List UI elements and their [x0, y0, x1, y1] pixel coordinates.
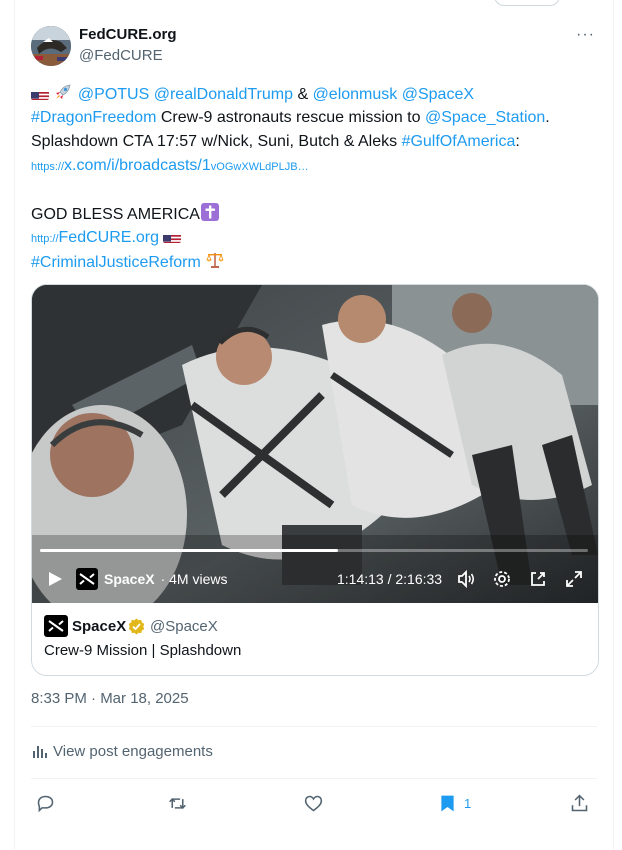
splashdown-text: Splashdown CTA 17:57 w/Nick, Suni, Butch… [31, 133, 398, 150]
play-icon [49, 572, 62, 586]
volume-button[interactable] [456, 567, 476, 591]
period-text: . [545, 109, 550, 126]
like-button[interactable] [303, 792, 324, 814]
card-info[interactable] [32, 603, 598, 675]
spacex-logo-icon [76, 568, 98, 590]
author-handle[interactable]: @FedCURE [79, 47, 163, 64]
hashtag-reform-link[interactable]: #CriminalJusticeReform [31, 254, 201, 271]
repost-icon [169, 797, 186, 809]
mention-station-link[interactable]: @Space_Station [425, 109, 545, 126]
card-author-name[interactable]: SpaceX [72, 618, 126, 635]
site-link-proto: http:// [31, 233, 59, 245]
scales-icon [205, 250, 225, 278]
god-bless-text: GOD BLESS AMERICA [31, 206, 200, 223]
video-card[interactable]: SpaceX · 4M views 1:14:13 / 2:16:33 Spac… [31, 284, 599, 676]
play-button[interactable] [46, 567, 64, 591]
site-link[interactable]: http://FedCURE.org [31, 229, 159, 246]
view-engagements-label: View post engagements [53, 742, 213, 760]
ampersand-text: & [297, 86, 309, 103]
divider [31, 726, 597, 727]
view-count: · 4M views [160, 571, 228, 587]
site-link-main: FedCURE.org [58, 229, 160, 246]
analytics-icon [33, 746, 47, 758]
channel-label: SpaceX · 4M views [76, 567, 228, 591]
volume-icon [458, 569, 475, 589]
us-flag-icon [163, 231, 182, 243]
latin-cross-icon [200, 202, 220, 230]
fullscreen-icon [566, 571, 582, 587]
bookmark-count: 1 [464, 795, 472, 811]
view-engagements-link[interactable]: View post engagements [31, 742, 213, 760]
top-pill-button[interactable] [494, 0, 560, 6]
repost-button[interactable] [167, 792, 188, 814]
bookmark-button[interactable]: 1 [437, 792, 471, 814]
share-icon [571, 794, 588, 811]
bookmark-icon [441, 795, 454, 811]
verified-icon [128, 618, 145, 635]
fullscreen-button[interactable] [564, 567, 584, 591]
settings-button[interactable] [492, 567, 512, 591]
video-time: 1:14:13 / 2:16:33 [337, 571, 443, 587]
mention-elon-link[interactable]: @elonmusk [313, 86, 398, 103]
progress-fill [40, 549, 338, 552]
colon-text: : [515, 133, 520, 150]
mission-text: Crew-9 astronauts rescue mission to [160, 109, 421, 126]
more-options-button[interactable]: ··· [576, 26, 595, 44]
share-button[interactable] [569, 792, 590, 814]
broadcast-link-main: x.com/i/broadcasts/1 [64, 157, 211, 174]
video-frame-image [32, 285, 598, 603]
reply-button[interactable] [35, 792, 56, 814]
hashtag-gulf-link[interactable]: #GulfOfAmerica [402, 133, 516, 150]
video-player[interactable]: SpaceX · 4M views 1:14:13 / 2:16:33 [32, 285, 598, 603]
us-flag-icon [31, 88, 49, 100]
author-name[interactable]: FedCURE.org [79, 26, 177, 43]
post-timestamp[interactable]: 8:33 PM · Mar 18, 2025 [31, 690, 189, 707]
avatar[interactable] [31, 26, 71, 66]
broadcast-link-tail: vOGwXWLdPLJB… [210, 161, 309, 173]
spacex-logo-icon [44, 615, 68, 637]
reply-icon [37, 795, 54, 812]
like-icon [304, 795, 323, 811]
hashtag-dragonfreedom-link[interactable]: #DragonFreedom [31, 109, 156, 126]
card-author-handle[interactable]: @SpaceX [150, 618, 218, 635]
mention-potus-link[interactable]: @POTUS [78, 86, 149, 103]
popout-button[interactable] [528, 567, 548, 591]
settings-icon [494, 571, 510, 587]
broadcast-link[interactable]: https://x.com/i/broadcasts/1vOGwXWLdPLJB… [31, 157, 309, 174]
mention-spacex-link[interactable]: @SpaceX [402, 86, 474, 103]
tweet-text: @POTUS @realDonaldTrump & @elonmusk @Spa… [31, 82, 601, 274]
mention-trump-link[interactable]: @realDonaldTrump [154, 86, 293, 103]
broadcast-link-proto: https:// [31, 161, 65, 173]
popout-icon [531, 572, 545, 586]
divider [31, 778, 597, 779]
card-title[interactable]: Crew-9 Mission | Splashdown [44, 642, 241, 659]
channel-name: SpaceX [104, 571, 155, 587]
progress-bar[interactable] [40, 549, 588, 552]
